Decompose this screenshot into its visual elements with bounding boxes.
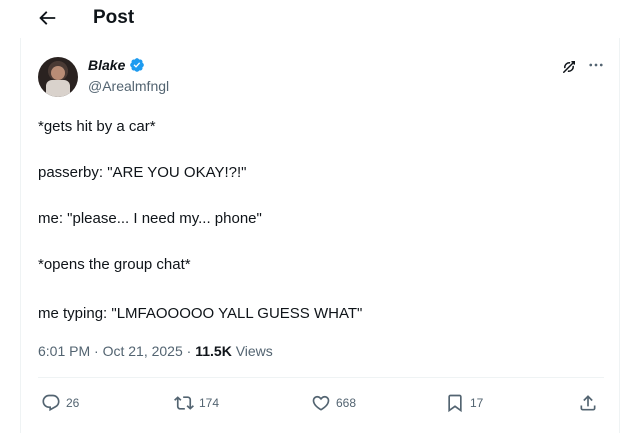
repost-icon	[174, 396, 194, 410]
views-count[interactable]: 11.5K	[195, 343, 232, 359]
action-bar: 26 174 668 17	[21, 391, 621, 415]
author-display-name[interactable]: Blake	[88, 57, 125, 73]
grok-icon[interactable]	[560, 58, 578, 76]
avatar[interactable]	[38, 57, 78, 97]
more-icon[interactable]	[586, 56, 606, 74]
post-line: me typing: "LMFAOOOOO YALL GUESS WHAT"	[38, 305, 363, 322]
post-time[interactable]: 6:01 PM	[38, 343, 90, 359]
like-icon	[312, 395, 330, 411]
page-header: Post	[0, 0, 627, 38]
repost-count: 174	[199, 396, 220, 410]
reply-button[interactable]: 26	[41, 391, 79, 415]
reply-icon	[42, 394, 60, 412]
meta-separator: ·	[186, 343, 192, 359]
like-button[interactable]: 668	[311, 391, 356, 415]
divider	[38, 377, 604, 378]
like-count: 668	[336, 396, 357, 410]
avatar-face	[51, 66, 65, 80]
page-title: Post	[93, 7, 135, 28]
bookmark-button[interactable]: 17	[445, 391, 483, 415]
post-line: passerby: "ARE YOU OKAY!?!"	[38, 164, 247, 181]
repost-button[interactable]: 174	[174, 391, 219, 415]
meta-separator: ·	[94, 343, 99, 359]
bookmark-icon	[448, 394, 462, 413]
share-icon	[580, 395, 596, 411]
verified-badge-icon	[130, 58, 145, 72]
author-handle[interactable]: @Arealmfngl	[88, 78, 169, 94]
reply-count: 26	[66, 396, 80, 410]
views-label: Views	[235, 343, 273, 359]
post-line: *opens the group chat*	[38, 256, 191, 273]
bookmark-count: 17	[470, 396, 484, 410]
share-button[interactable]	[578, 391, 598, 415]
post-line: me: "please... I need my... phone"	[38, 210, 262, 227]
author-name-row: Blake	[88, 57, 145, 73]
post-detail: Blake @Arealmfngl *gets hit by a car* pa…	[20, 38, 620, 433]
avatar-shirt	[46, 80, 70, 97]
post-metadata: 6:01 PM · Oct 21, 2025 · 11.5K Views	[38, 343, 273, 359]
post-line: *gets hit by a car*	[38, 118, 156, 135]
post-date[interactable]: Oct 21, 2025	[103, 343, 183, 359]
back-arrow-icon[interactable]	[36, 7, 58, 29]
